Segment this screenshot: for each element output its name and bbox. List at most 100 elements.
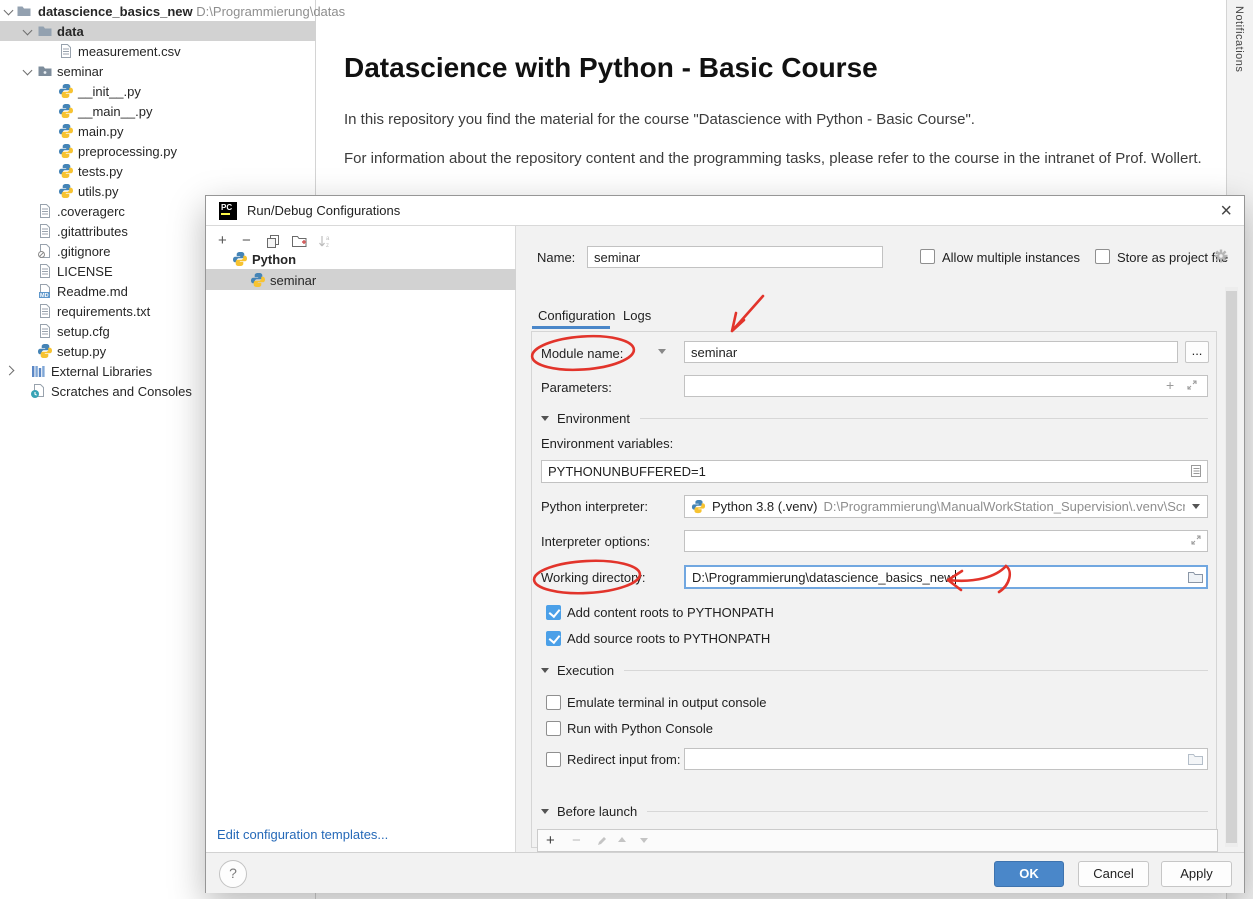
close-icon[interactable]: × bbox=[1220, 199, 1232, 223]
interpreter-dropdown-icon[interactable] bbox=[1192, 504, 1200, 509]
edit-configuration-templates-link[interactable]: Edit configuration templates... bbox=[217, 827, 388, 842]
text-file-icon bbox=[37, 203, 53, 219]
configuration-tab-panel bbox=[531, 331, 1217, 848]
environment-variables-input[interactable]: PYTHONUNBUFFERED=1 bbox=[541, 460, 1208, 483]
name-input[interactable]: seminar bbox=[587, 246, 883, 268]
cancel-button[interactable]: Cancel bbox=[1078, 861, 1149, 887]
module-name-label: Module name: bbox=[541, 346, 623, 361]
interpreter-options-input[interactable] bbox=[684, 530, 1208, 552]
ok-button[interactable]: OK bbox=[994, 861, 1064, 887]
before-launch-section-header[interactable]: Before launch bbox=[541, 804, 1208, 819]
emulate-terminal-checkbox[interactable] bbox=[546, 695, 561, 710]
python-interpreter-label: Python interpreter: bbox=[541, 499, 648, 514]
browse-folder-icon[interactable] bbox=[1187, 753, 1203, 766]
copy-configuration-icon[interactable] bbox=[266, 234, 280, 249]
python-file-icon bbox=[58, 123, 74, 139]
scratches-icon bbox=[30, 383, 46, 399]
add-task-icon[interactable]: + bbox=[546, 832, 555, 849]
execution-section-header[interactable]: Execution bbox=[541, 663, 1208, 678]
scrollbar-thumb[interactable] bbox=[1226, 291, 1237, 843]
notifications-tab[interactable]: Notifications bbox=[1233, 6, 1245, 72]
tree-item-project-root[interactable]: datascience_basics_new D:\Programmierung… bbox=[0, 1, 316, 21]
python-file-icon bbox=[58, 143, 74, 159]
text-file-icon bbox=[37, 263, 53, 279]
before-launch-task-list[interactable]: + − bbox=[537, 829, 1218, 852]
store-as-project-file-checkbox[interactable] bbox=[1095, 249, 1110, 264]
allow-multiple-instances-label: Allow multiple instances bbox=[942, 250, 1080, 265]
python-logo-icon bbox=[691, 499, 706, 514]
add-source-roots-checkbox[interactable] bbox=[546, 631, 561, 646]
run-with-python-console-checkbox[interactable] bbox=[546, 721, 561, 736]
save-as-template-folder-icon[interactable] bbox=[291, 234, 307, 248]
python-logo-icon bbox=[232, 251, 248, 267]
add-content-roots-checkbox[interactable] bbox=[546, 605, 561, 620]
config-item-seminar[interactable]: seminar bbox=[206, 269, 516, 290]
move-down-icon[interactable] bbox=[640, 838, 648, 843]
tree-item-data[interactable]: data bbox=[0, 21, 316, 41]
text-cursor bbox=[955, 570, 956, 584]
tree-item-tests-py[interactable]: tests.py bbox=[0, 161, 316, 181]
apply-button[interactable]: Apply bbox=[1161, 861, 1232, 887]
config-group-python[interactable]: Python bbox=[206, 248, 516, 269]
move-up-icon[interactable] bbox=[618, 837, 626, 842]
dialog-footer: ? OK Cancel Apply bbox=[206, 852, 1244, 893]
python-file-icon bbox=[58, 183, 74, 199]
expand-field-icon[interactable] bbox=[1186, 379, 1198, 391]
interpreter-options-label: Interpreter options: bbox=[541, 534, 650, 549]
section-collapse-icon[interactable] bbox=[541, 809, 549, 814]
working-directory-input[interactable]: D:\Programmierung\datascience_basics_new bbox=[684, 565, 1208, 589]
tree-item-main-dunder-py[interactable]: __main__.py bbox=[0, 101, 316, 121]
redirect-input-input[interactable] bbox=[684, 748, 1208, 770]
edit-variables-icon[interactable] bbox=[1190, 464, 1202, 478]
browse-folder-icon[interactable] bbox=[1187, 571, 1203, 584]
expand-field-icon[interactable] bbox=[1190, 534, 1202, 546]
insert-macro-icon[interactable]: + bbox=[1166, 377, 1174, 393]
chevron-collapsed-icon[interactable] bbox=[5, 366, 15, 376]
run-debug-configurations-dialog: PC Run/Debug Configurations × + − az Pyt… bbox=[205, 195, 1245, 893]
remove-task-icon[interactable]: − bbox=[572, 832, 581, 849]
python-interpreter-select[interactable]: Python 3.8 (.venv) D:\Programmierung\Man… bbox=[684, 495, 1208, 518]
text-file-icon bbox=[58, 43, 74, 59]
python-file-icon bbox=[58, 103, 74, 119]
python-logo-icon bbox=[250, 272, 266, 288]
tab-logs[interactable]: Logs bbox=[623, 308, 651, 323]
tab-configuration[interactable]: Configuration bbox=[538, 308, 615, 323]
edit-task-pencil-icon[interactable] bbox=[596, 835, 608, 847]
module-browse-button[interactable]: ... bbox=[1185, 341, 1209, 363]
sort-alphabetically-icon[interactable]: az bbox=[318, 234, 332, 249]
form-scrollbar[interactable] bbox=[1225, 287, 1238, 847]
text-file-icon bbox=[37, 223, 53, 239]
remove-configuration-icon[interactable]: − bbox=[242, 234, 251, 248]
tree-item-init-py[interactable]: __init__.py bbox=[0, 81, 316, 101]
section-collapse-icon[interactable] bbox=[541, 416, 549, 421]
tree-item-preprocessing-py[interactable]: preprocessing.py bbox=[0, 141, 316, 161]
dialog-title-bar[interactable]: PC Run/Debug Configurations × bbox=[206, 196, 1244, 226]
interpreter-path: D:\Programmierung\ManualWorkStation_Supe… bbox=[824, 499, 1186, 514]
allow-multiple-instances-checkbox[interactable] bbox=[920, 249, 935, 264]
tree-item-measurement-csv[interactable]: measurement.csv bbox=[0, 41, 316, 61]
store-as-project-file-label: Store as project file bbox=[1117, 250, 1228, 265]
chevron-expanded-icon[interactable] bbox=[4, 6, 14, 16]
environment-section-header[interactable]: Environment bbox=[541, 411, 1208, 426]
add-source-roots-label: Add source roots to PYTHONPATH bbox=[567, 631, 770, 646]
readme-paragraph-2: For information about the repository con… bbox=[344, 150, 1202, 167]
parameters-input[interactable] bbox=[684, 375, 1208, 397]
gear-icon[interactable] bbox=[1213, 248, 1229, 264]
project-path: D:\Programmierung\datas bbox=[196, 4, 345, 19]
run-with-python-console-label: Run with Python Console bbox=[567, 721, 713, 736]
parameters-label: Parameters: bbox=[541, 380, 612, 395]
section-collapse-icon[interactable] bbox=[541, 668, 549, 673]
chevron-expanded-icon[interactable] bbox=[23, 26, 33, 36]
help-button[interactable]: ? bbox=[219, 860, 247, 888]
folder-icon bbox=[37, 23, 53, 39]
redirect-input-checkbox[interactable] bbox=[546, 752, 561, 767]
module-name-mode-dropdown-icon[interactable] bbox=[658, 349, 666, 354]
add-configuration-icon[interactable]: + bbox=[218, 234, 227, 248]
interpreter-name: Python 3.8 (.venv) bbox=[712, 499, 818, 514]
tree-item-seminar[interactable]: seminar bbox=[0, 61, 316, 81]
tree-item-main-py[interactable]: main.py bbox=[0, 121, 316, 141]
chevron-expanded-icon[interactable] bbox=[23, 66, 33, 76]
environment-variables-label: Environment variables: bbox=[541, 436, 673, 451]
pycharm-window: Datascience with Python - Basic Course I… bbox=[0, 0, 1253, 899]
module-name-input[interactable]: seminar bbox=[684, 341, 1178, 363]
